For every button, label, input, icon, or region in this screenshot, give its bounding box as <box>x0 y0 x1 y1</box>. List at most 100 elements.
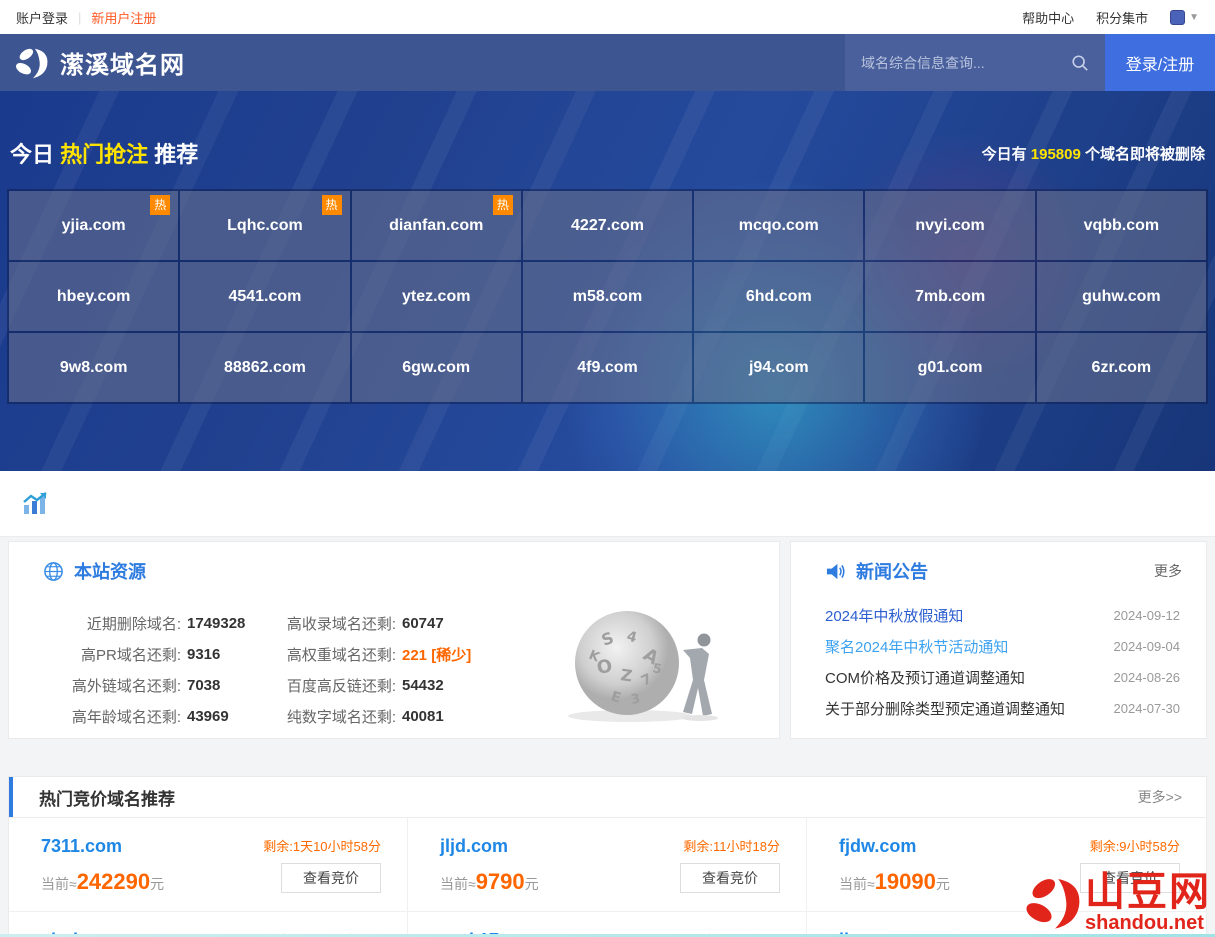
domain-cell[interactable]: 热 9w8.com <box>9 333 178 402</box>
domain-name: g01.com <box>918 359 983 377</box>
news-list: 2024年中秋放假通知 2024-09-12 聚名2024年中秋节活动通知 20… <box>791 600 1206 724</box>
pushing-man-figure <box>682 634 718 722</box>
domain-grid: 热 yjia.com 热 Lqhc.com 热 dianfan.com 热 42… <box>7 189 1208 404</box>
news-more-link[interactable]: 更多 <box>1154 561 1182 581</box>
resources-title: 本站资源 <box>74 558 146 584</box>
hero-delete-count: 今日有 195809 个域名即将被删除 <box>982 143 1205 164</box>
domain-cell[interactable]: 热 nvyi.com <box>865 191 1034 260</box>
domain-name: 9w8.com <box>60 359 128 377</box>
resource-stat-label: 高年龄域名还剩: <box>49 706 181 727</box>
domain-cell[interactable]: 热 yjia.com <box>9 191 178 260</box>
domain-cell[interactable]: 热 dianfan.com <box>352 191 521 260</box>
news-item-date: 2024-09-04 <box>1114 639 1181 654</box>
account-login-link[interactable]: 账户登录 <box>16 8 68 27</box>
site-resources-panel: 本站资源 近期删除域名: 1749328 高PR域名还剩: 9316 高外链域名… <box>8 541 780 739</box>
auction-domain[interactable]: jljd.com <box>440 836 539 857</box>
domain-cell[interactable]: 热 mcqo.com <box>694 191 863 260</box>
news-item-title[interactable]: 聚名2024年中秋节活动通知 <box>825 636 1114 657</box>
domain-cell[interactable]: 热 4f9.com <box>523 333 692 402</box>
menu-item[interactable] <box>447 34 495 91</box>
news-item: 2024年中秋放假通知 2024-09-12 <box>825 600 1180 631</box>
menu-item[interactable] <box>495 34 543 91</box>
menu-item[interactable] <box>207 34 255 91</box>
brand-name: 潆溪域名网 <box>60 45 185 80</box>
news-title: 新闻公告 <box>856 558 928 584</box>
hot-badge: 热 <box>493 195 513 215</box>
domain-cell[interactable]: 热 6hd.com <box>694 262 863 331</box>
domain-cell[interactable]: 热 g01.com <box>865 333 1034 402</box>
news-item-title[interactable]: 关于部分删除类型预定通道调整通知 <box>825 698 1114 719</box>
shandou-beans-icon <box>1019 871 1091 935</box>
domain-name: 88862.com <box>224 359 306 377</box>
resource-stat-row: 近期删除域名: 1749328 <box>49 608 264 639</box>
site-stats-bar <box>0 471 1215 537</box>
domain-name: 6hd.com <box>746 288 812 306</box>
menu-item[interactable] <box>255 34 303 91</box>
auction-domain[interactable]: 7311.com <box>41 836 164 857</box>
resource-stat-row: 高权重域名还剩: 221 [稀少] <box>264 639 494 670</box>
auction-card: 7311.com 当前≈242290元 剩余:1天10小时58分 查看竞价 <box>9 818 408 912</box>
news-item-date: 2024-08-26 <box>1114 670 1181 685</box>
apps-icon <box>1170 10 1185 25</box>
divider: | <box>78 10 81 25</box>
domain-cell[interactable]: 热 88862.com <box>180 333 349 402</box>
domain-cell[interactable]: 热 7mb.com <box>865 262 1034 331</box>
resource-stat-value: 43969 <box>187 708 229 725</box>
domain-name: nvyi.com <box>915 217 984 235</box>
points-market-link[interactable]: 积分集市 <box>1096 8 1148 27</box>
domain-cell[interactable]: 热 hbey.com <box>9 262 178 331</box>
news-item-date: 2024-07-30 <box>1114 701 1181 716</box>
domain-cell[interactable]: 热 6zr.com <box>1037 333 1206 402</box>
domain-cell[interactable]: 热 6gw.com <box>352 333 521 402</box>
domain-cell[interactable]: 热 vqbb.com <box>1037 191 1206 260</box>
resource-stat-label: 高权重域名还剩: <box>264 644 396 665</box>
domain-name: hbey.com <box>57 288 131 306</box>
chevron-down-icon: ▼ <box>1189 12 1199 23</box>
chart-growth-icon <box>22 492 50 516</box>
news-item-title[interactable]: 2024年中秋放假通知 <box>825 605 1114 626</box>
menu-item[interactable] <box>303 34 351 91</box>
help-center-link[interactable]: 帮助中心 <box>1022 8 1074 27</box>
info-panels: 本站资源 近期删除域名: 1749328 高PR域名还剩: 9316 高外链域名… <box>0 537 1215 739</box>
resource-stat-row: 高PR域名还剩: 9316 <box>49 639 264 670</box>
search-icon[interactable] <box>1071 54 1089 72</box>
apps-dropdown[interactable]: ▼ <box>1170 10 1199 25</box>
resource-stat-value: 221 [稀少] <box>402 644 471 665</box>
main-menu <box>207 34 543 91</box>
domain-cell[interactable]: 热 ytez.com <box>352 262 521 331</box>
login-register-button[interactable]: 登录/注册 <box>1105 34 1215 91</box>
resource-stat-label: 高外链域名还剩: <box>49 675 181 696</box>
auction-price: 当前≈9790元 <box>440 869 539 895</box>
domain-cell[interactable]: 热 Lqhc.com <box>180 191 349 260</box>
resource-stat-value: 1749328 <box>187 615 245 632</box>
domain-cell[interactable]: 热 4541.com <box>180 262 349 331</box>
resource-stat-row: 高收录域名还剩: 60747 <box>264 608 494 639</box>
domain-name: Lqhc.com <box>227 217 303 235</box>
menu-item[interactable] <box>351 34 399 91</box>
domain-name: 4227.com <box>571 217 644 235</box>
new-user-register-link[interactable]: 新用户注册 <box>91 8 156 27</box>
news-item-date: 2024-09-12 <box>1114 608 1181 623</box>
domain-cell[interactable]: 热 j94.com <box>694 333 863 402</box>
auction-domain[interactable]: fjdw.com <box>839 836 950 857</box>
view-auction-button[interactable]: 查看竞价 <box>680 863 780 893</box>
domain-name: yjia.com <box>62 217 126 235</box>
domain-name: j94.com <box>749 359 809 377</box>
shandou-watermark: 山豆网 shandou.net <box>1019 871 1211 935</box>
news-panel: 新闻公告 更多 2024年中秋放假通知 2024-09-12 聚名2024年中秋… <box>790 541 1207 739</box>
view-auction-button[interactable]: 查看竞价 <box>281 863 381 893</box>
resource-stat-label: 纯数字域名还剩: <box>264 706 396 727</box>
resource-stat-row: 高外链域名还剩: 7038 <box>49 670 264 701</box>
domain-cell[interactable]: 热 4227.com <box>523 191 692 260</box>
hot-badge: 热 <box>150 195 170 215</box>
domain-cell[interactable]: 热 guhw.com <box>1037 262 1206 331</box>
search-input[interactable] <box>861 55 1071 71</box>
domain-name: m58.com <box>573 288 642 306</box>
domain-name: 4f9.com <box>577 359 637 377</box>
news-item-title[interactable]: COM价格及预订通道调整通知 <box>825 667 1114 688</box>
hot-badge: 热 <box>322 195 342 215</box>
auction-more-link[interactable]: 更多>> <box>1138 787 1182 807</box>
brand-logo[interactable]: 潆溪域名网 <box>14 44 185 82</box>
domain-cell[interactable]: 热 m58.com <box>523 262 692 331</box>
menu-item[interactable] <box>399 34 447 91</box>
